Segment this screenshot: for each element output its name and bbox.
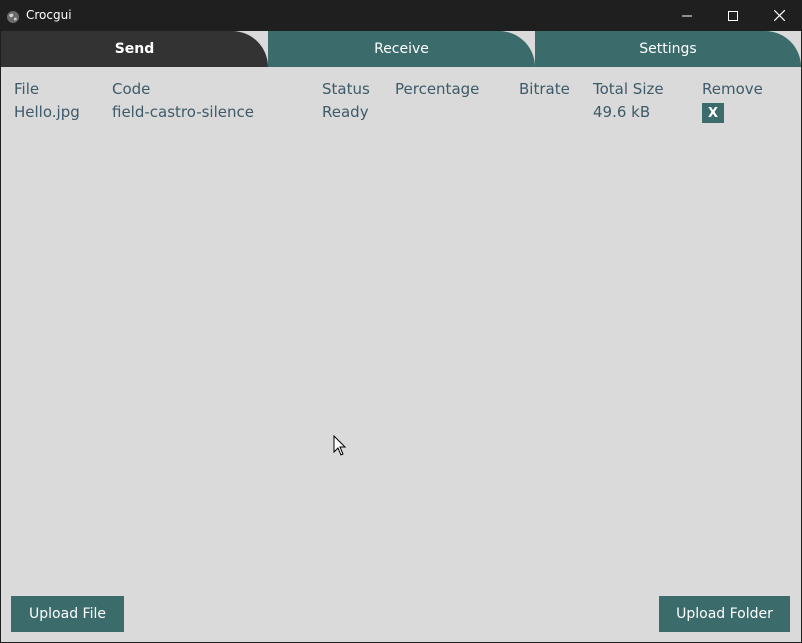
header-total-size: Total Size bbox=[593, 80, 664, 98]
tab-settings-label: Settings bbox=[639, 41, 697, 57]
tab-receive-label: Receive bbox=[374, 41, 429, 57]
title-bar: Crocgui bbox=[0, 0, 802, 31]
header-file: File bbox=[14, 80, 40, 98]
maximize-button[interactable] bbox=[710, 0, 756, 31]
close-button[interactable] bbox=[756, 0, 802, 31]
send-panel: File Code Status Percentage Bitrate Tota… bbox=[1, 67, 801, 642]
header-code: Code bbox=[112, 80, 151, 98]
minimize-button[interactable] bbox=[664, 0, 710, 31]
app-window: Crocgui Settings Receive Send File Code … bbox=[0, 0, 802, 643]
minimize-icon bbox=[682, 6, 692, 25]
tab-settings[interactable]: Settings bbox=[535, 31, 801, 67]
close-icon bbox=[773, 6, 785, 25]
tab-send[interactable]: Send bbox=[1, 31, 268, 67]
globe-icon bbox=[6, 9, 20, 23]
cell-code: field-castro-silence bbox=[112, 103, 254, 121]
mouse-cursor-icon bbox=[333, 434, 347, 457]
tab-bar: Settings Receive Send bbox=[1, 31, 801, 67]
tab-send-label: Send bbox=[114, 41, 155, 57]
header-status: Status bbox=[322, 80, 370, 98]
maximize-icon bbox=[728, 6, 738, 25]
upload-folder-button[interactable]: Upload Folder bbox=[659, 596, 790, 632]
remove-button[interactable]: X bbox=[702, 103, 724, 123]
window-title: Crocgui bbox=[26, 8, 72, 22]
upload-file-button[interactable]: Upload File bbox=[11, 596, 124, 632]
header-bitrate: Bitrate bbox=[519, 80, 570, 98]
cell-status: Ready bbox=[322, 103, 369, 121]
cell-total-size: 49.6 kB bbox=[593, 103, 651, 121]
cell-file: Hello.jpg bbox=[14, 103, 80, 121]
header-remove: Remove bbox=[702, 80, 763, 98]
tab-receive[interactable]: Receive bbox=[268, 31, 535, 67]
header-percentage: Percentage bbox=[395, 80, 480, 98]
